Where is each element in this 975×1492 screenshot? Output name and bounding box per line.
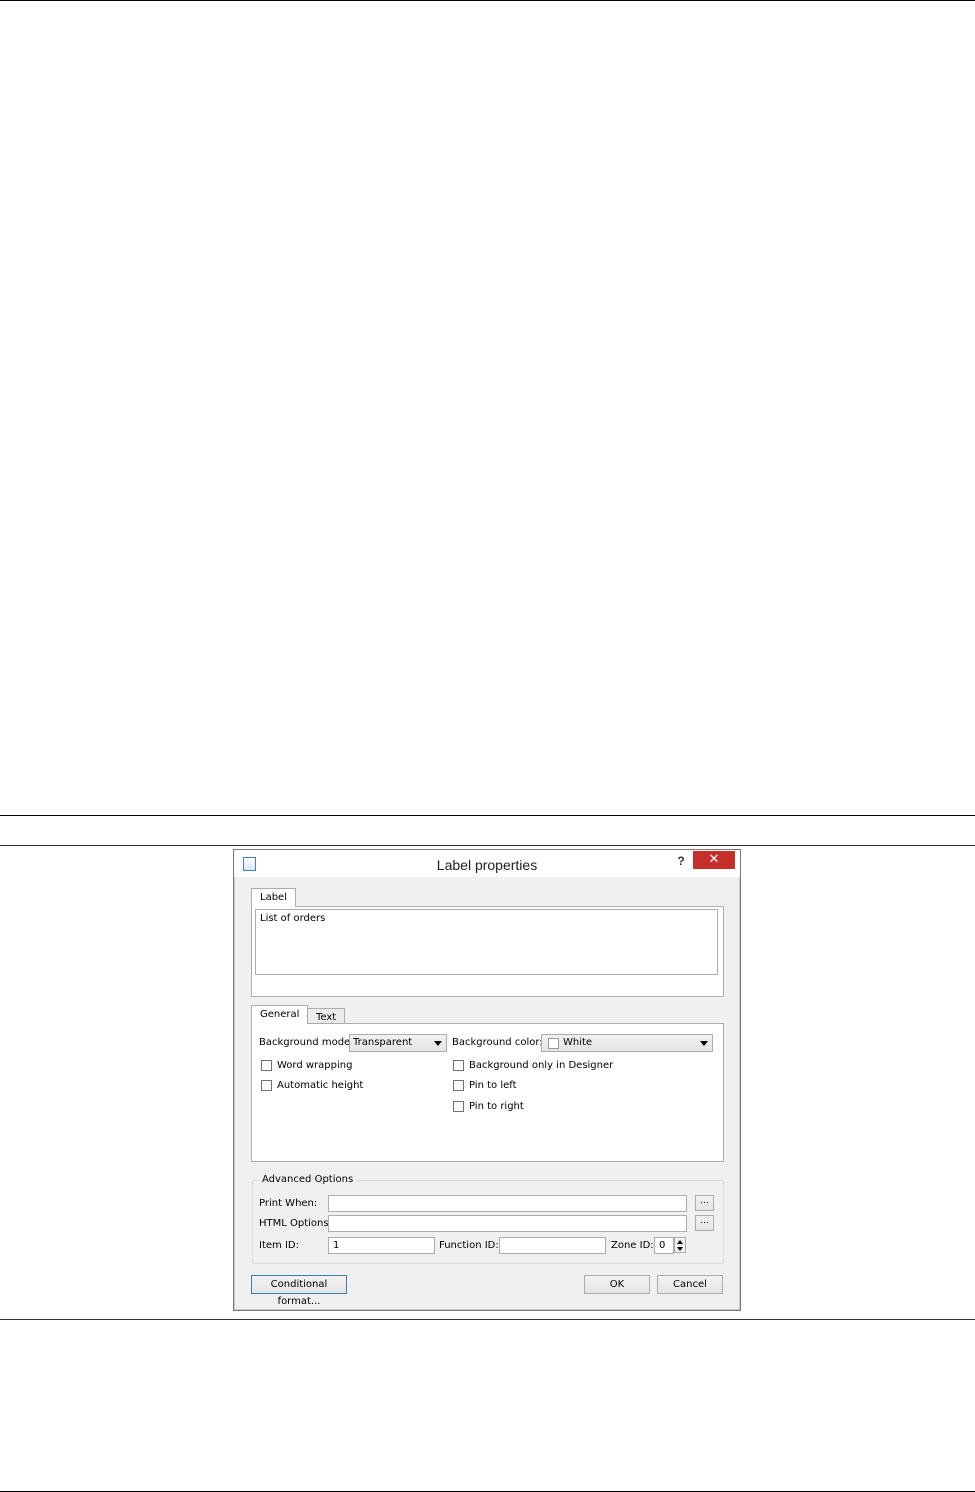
automatic-height-label: Automatic height [277, 1080, 364, 1091]
background-only-designer-checkbox[interactable] [453, 1060, 464, 1071]
function-id-input[interactable] [499, 1237, 606, 1254]
section-rule-upper [0, 815, 975, 816]
automatic-height-checkbox[interactable] [261, 1080, 272, 1091]
print-when-browse-button[interactable]: ... [695, 1195, 714, 1211]
background-mode-value: Transparent [353, 1037, 413, 1048]
conditional-format-button[interactable]: Conditional format... [251, 1275, 347, 1307]
background-mode-select[interactable]: Transparent [349, 1034, 447, 1052]
pin-to-right-label: Pin to right [469, 1101, 524, 1112]
background-color-label: Background color: [452, 1037, 543, 1048]
background-only-designer-label: Background only in Designer [469, 1060, 614, 1071]
ok-button[interactable]: OK [584, 1275, 650, 1294]
figure-rule-bottom [0, 1319, 975, 1320]
background-color-value: White [563, 1037, 593, 1048]
item-id-input[interactable]: 1 [328, 1237, 435, 1254]
chevron-down-icon [434, 1041, 442, 1046]
tab-label[interactable]: Label [251, 888, 296, 907]
html-options-browse-button[interactable]: ... [695, 1215, 714, 1231]
item-id-label: Item ID: [259, 1240, 299, 1251]
arrow-up-icon [677, 1240, 683, 1244]
html-options-input[interactable] [328, 1215, 687, 1232]
zone-id-spinner[interactable] [674, 1237, 686, 1253]
word-wrapping-checkbox[interactable] [261, 1060, 272, 1071]
pin-to-left-checkbox[interactable] [453, 1080, 464, 1091]
arrow-down-icon [677, 1247, 683, 1251]
cancel-button[interactable]: Cancel [657, 1275, 723, 1294]
zone-id-input[interactable]: 0 [654, 1237, 674, 1254]
title-bar[interactable]: Label properties ? ✕ [234, 850, 740, 877]
html-options-label: HTML Options: [259, 1218, 332, 1229]
figure-rule-top [0, 845, 975, 846]
dialog-title: Label properties [436, 857, 538, 873]
pin-to-left-label: Pin to left [469, 1080, 517, 1091]
color-swatch-icon [548, 1038, 559, 1049]
close-icon: ✕ [708, 852, 720, 867]
function-id-label: Function ID: [439, 1240, 499, 1251]
word-wrapping-label: Word wrapping [277, 1060, 353, 1071]
pin-to-right-checkbox[interactable] [453, 1101, 464, 1112]
zone-id-label: Zone ID: [611, 1240, 654, 1251]
background-mode-label: Background mode: [259, 1037, 354, 1048]
print-when-label: Print When: [259, 1198, 318, 1209]
label-text-area[interactable]: List of orders [255, 909, 718, 975]
background-color-select[interactable]: White [541, 1034, 713, 1052]
tab-general[interactable]: General [251, 1005, 309, 1024]
help-button[interactable]: ? [674, 854, 688, 870]
close-button[interactable]: ✕ [693, 851, 735, 869]
advanced-options-title: Advanced Options [259, 1174, 357, 1185]
chevron-down-icon [700, 1041, 708, 1046]
label-properties-dialog: Label properties ? ✕ Label List of order… [233, 849, 741, 1311]
page-top-rule [0, 0, 975, 1]
print-when-input[interactable] [328, 1195, 687, 1212]
